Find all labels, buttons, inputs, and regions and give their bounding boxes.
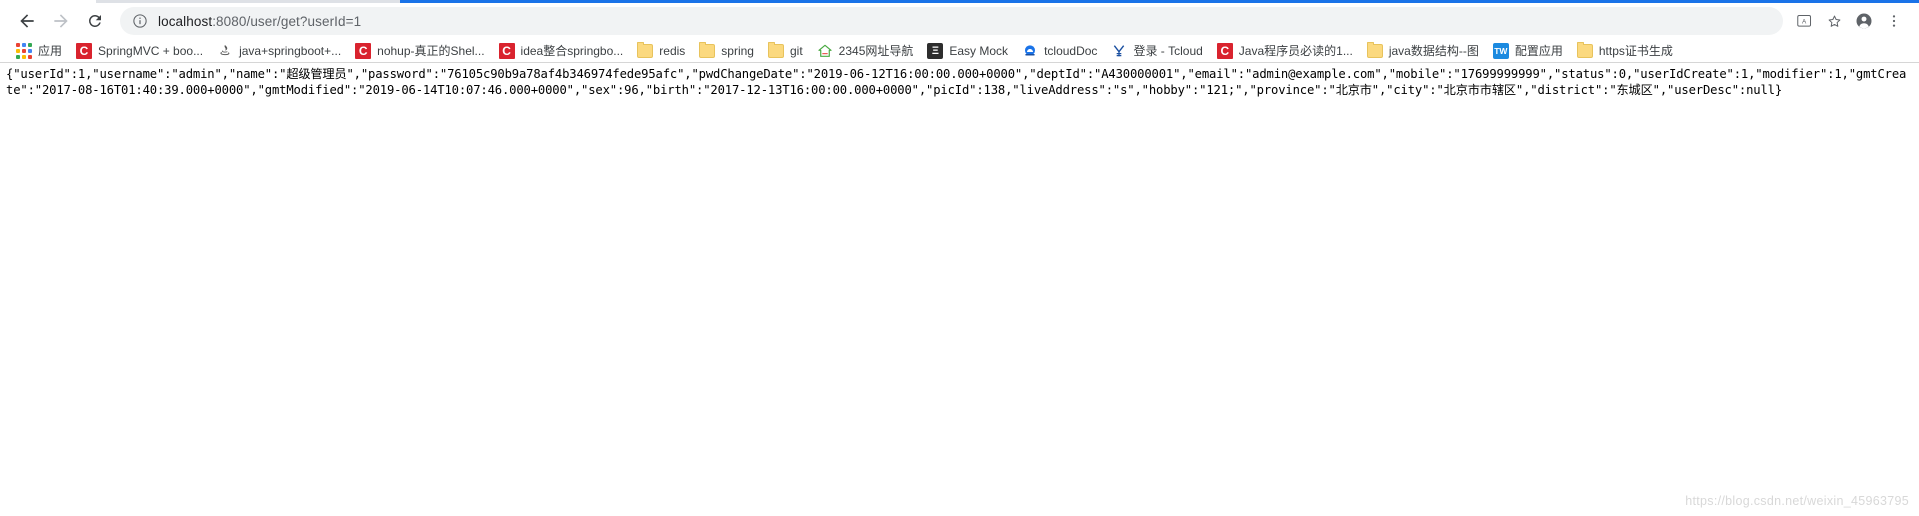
chrome-menu-icon[interactable] (1879, 6, 1909, 36)
url-path: :8080/user/get?userId=1 (212, 13, 362, 29)
bookmark-tclouddoc[interactable]: tcloudDoc (1016, 40, 1103, 62)
bookmark-label: redis (659, 43, 686, 58)
bookmark-label: https证书生成 (1598, 44, 1673, 58)
tcloud-login-icon (1111, 43, 1127, 59)
bookmark-easy-mock[interactable]: Ξ Easy Mock (921, 40, 1014, 62)
bookmark-folder-https-cert[interactable]: https证书生成 (1571, 40, 1679, 62)
address-bar-text: localhost:8080/user/get?userId=1 (158, 14, 361, 29)
bookmark-label: SpringMVC + boo... (98, 43, 204, 58)
browser-window: localhost:8080/user/get?userId=1 A 应用 C … (0, 0, 1919, 516)
bookmark-label: spring (721, 43, 754, 58)
bookmark-label: 应用 (38, 44, 63, 58)
tcloud-icon (1022, 43, 1038, 59)
bookmark-folder-spring[interactable]: spring (693, 40, 760, 62)
page-content-area: {"userId":1,"username":"admin","name":"超… (0, 64, 1919, 516)
bookmark-label: java+springboot+... (239, 43, 342, 58)
bookmark-springmvc-boot[interactable]: C SpringMVC + boo... (70, 40, 209, 62)
bookmark-nohup-shell[interactable]: C nohup-真正的Shel... (349, 40, 490, 62)
bookmark-folder-git[interactable]: git (762, 40, 809, 62)
bookmark-label: Java程序员必读的1... (1238, 44, 1353, 58)
url-host: localhost (158, 13, 213, 29)
tw-icon: TW (1492, 42, 1509, 59)
bookmark-label: 配置应用 (1514, 44, 1563, 58)
csdn-icon: C (498, 42, 515, 59)
bookmark-idea-springboot[interactable]: C idea整合springbo... (493, 40, 630, 62)
apps-grid-icon (16, 42, 32, 59)
csdn-icon: C (355, 42, 372, 59)
bookmark-label: git (789, 43, 803, 58)
csdn-icon: C (1216, 42, 1233, 59)
bookmark-star-icon[interactable] (1819, 6, 1849, 36)
bookmark-label: idea整合springbo... (520, 44, 624, 58)
easymock-icon: Ξ (927, 42, 944, 59)
bookmark-java-must-read[interactable]: C Java程序员必读的1... (1211, 40, 1359, 62)
browser-toolbar: localhost:8080/user/get?userId=1 A (0, 3, 1919, 39)
bookmark-tcloud-login[interactable]: 登录 - Tcloud (1105, 40, 1208, 62)
svg-text:A: A (1802, 18, 1807, 25)
bookmark-2345-navigation[interactable]: 2345网址导航 (811, 40, 920, 62)
bookmark-label: Easy Mock (949, 43, 1009, 58)
back-button[interactable] (10, 4, 44, 38)
house-icon (817, 43, 833, 59)
toolbar-actions: A (1789, 6, 1909, 36)
bookmark-folder-java-datastructure[interactable]: java数据结构--图 (1361, 40, 1485, 62)
back-arrow-icon (17, 11, 37, 31)
blog-watermark: https://blog.csdn.net/weixin_45963795 (1685, 494, 1909, 508)
folder-icon (1366, 41, 1383, 58)
csdn-icon: C (76, 42, 93, 59)
bookmarks-bar: 应用 C SpringMVC + boo... java+springboot+… (0, 39, 1919, 63)
forward-button[interactable] (44, 4, 78, 38)
bookmark-apps[interactable]: 应用 (10, 40, 68, 62)
profile-avatar-icon[interactable] (1849, 6, 1879, 36)
translate-icon[interactable]: A (1789, 6, 1819, 36)
address-bar[interactable]: localhost:8080/user/get?userId=1 (120, 7, 1783, 35)
folder-icon (767, 41, 784, 58)
bookmark-label: tcloudDoc (1044, 43, 1098, 58)
bookmark-config-app[interactable]: TW 配置应用 (1487, 40, 1569, 62)
json-response-body: {"userId":1,"username":"admin","name":"超… (6, 67, 1907, 97)
bookmark-label: java数据结构--图 (1388, 44, 1479, 58)
site-icon (217, 43, 233, 59)
bookmark-label: 2345网址导航 (838, 44, 914, 58)
folder-icon (637, 41, 654, 58)
info-circle-icon[interactable] (132, 13, 148, 29)
reload-icon (86, 12, 104, 30)
bookmark-java-springboot[interactable]: java+springboot+... (211, 40, 347, 62)
folder-icon (1576, 41, 1593, 58)
reload-button[interactable] (78, 4, 112, 38)
forward-arrow-icon (51, 11, 71, 31)
folder-icon (699, 41, 716, 58)
bookmark-label: nohup-真正的Shel... (377, 44, 485, 58)
bookmark-folder-redis[interactable]: redis (631, 40, 691, 62)
bookmark-label: 登录 - Tcloud (1133, 44, 1203, 58)
